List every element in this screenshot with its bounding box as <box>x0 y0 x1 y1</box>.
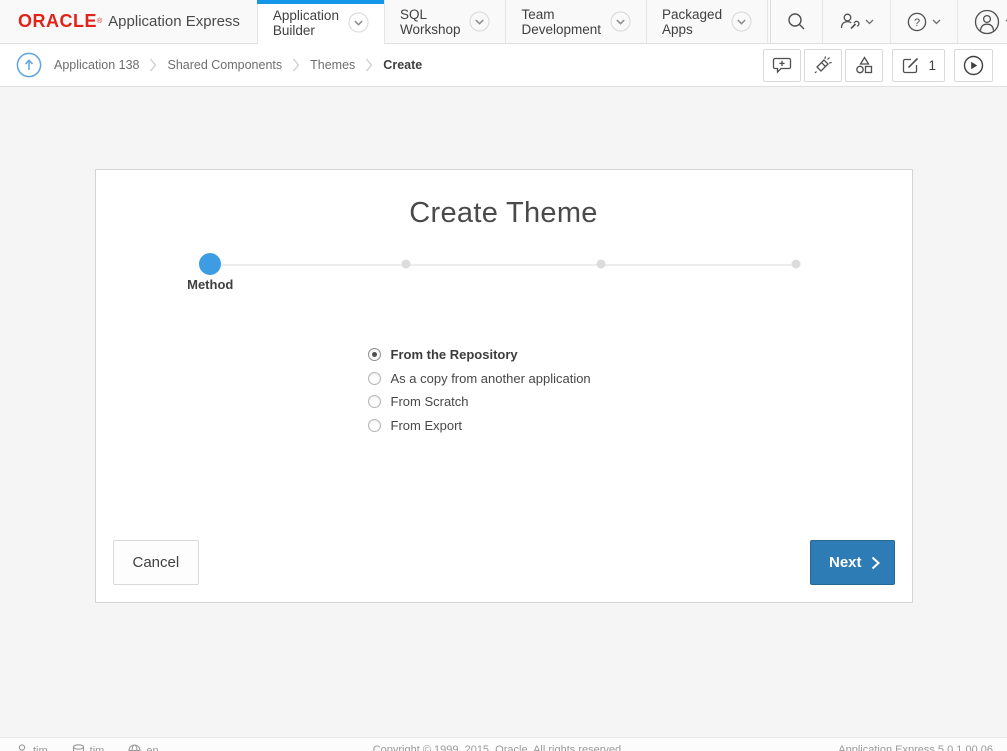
method-radio-group: From the Repository As a copy from anoth… <box>368 343 640 437</box>
step-dot-4 <box>792 260 801 269</box>
shapes-icon <box>854 55 874 75</box>
next-button[interactable]: Next <box>810 540 895 585</box>
play-icon <box>963 55 984 76</box>
search-icon <box>787 12 806 31</box>
product-name: Application Express <box>108 13 240 30</box>
step-dot-3 <box>596 260 605 269</box>
chevron-down-icon[interactable] <box>348 12 369 33</box>
breadcrumb-bar: Application 138 Shared Components Themes… <box>0 44 1007 87</box>
radio-button-icon[interactable] <box>368 395 381 408</box>
chevron-down-icon <box>932 19 941 25</box>
oracle-logo: ORACLE® Application Express <box>0 0 257 43</box>
footer-user: tim <box>16 744 48 751</box>
radio-as-a-copy[interactable]: As a copy from another application <box>368 367 640 391</box>
radio-button-icon[interactable] <box>368 372 381 385</box>
breadcrumb-shared-components[interactable]: Shared Components <box>167 58 282 72</box>
edit-page-icon <box>901 56 920 75</box>
tab-packaged-apps[interactable]: Packaged Apps <box>646 0 768 43</box>
breadcrumb-separator-icon <box>365 58 373 72</box>
main-nav-tabs: Application Builder SQL Workshop Team De… <box>257 0 768 43</box>
radio-label: From Scratch <box>391 394 469 409</box>
chevron-down-icon <box>865 19 874 25</box>
shared-components-button[interactable] <box>845 49 883 82</box>
top-header: ORACLE® Application Express Application … <box>0 0 1007 44</box>
breadcrumb-separator-icon <box>292 58 300 72</box>
tab-sql-workshop[interactable]: SQL Workshop <box>384 0 506 43</box>
help-menu[interactable]: ? <box>890 0 957 43</box>
step-dot-method <box>199 253 221 275</box>
svg-text:?: ? <box>914 17 920 29</box>
footer-schema: tim <box>72 744 105 751</box>
wizard-progress: Method <box>96 249 912 315</box>
step-label-method: Method <box>187 277 233 292</box>
edit-page-button[interactable]: 1 <box>892 49 945 82</box>
page-toolbar: 1 <box>763 49 993 82</box>
breadcrumb-themes[interactable]: Themes <box>310 58 355 72</box>
administration-menu[interactable] <box>822 0 890 43</box>
account-menu[interactable] <box>957 0 1007 43</box>
search-button[interactable] <box>770 0 822 43</box>
arrow-up-circle-icon <box>16 52 42 78</box>
tab-label: Application Builder <box>273 8 339 38</box>
breadcrumb-create: Create <box>383 58 422 72</box>
breadcrumb-application[interactable]: Application 138 <box>54 58 139 72</box>
tab-team-development[interactable]: Team Development <box>505 0 646 43</box>
feedback-bubble-icon <box>772 56 792 74</box>
registered-mark: ® <box>97 17 102 27</box>
run-page-button[interactable] <box>954 49 993 82</box>
progress-line <box>210 264 797 266</box>
page-footer: tim tim en Copyright © 1999, 2015, Oracl… <box>0 737 1007 751</box>
tab-label: Packaged Apps <box>662 7 722 37</box>
footer-copyright: Copyright © 1999, 2015, Oracle. All righ… <box>373 744 624 751</box>
chevron-down-icon[interactable] <box>610 11 631 32</box>
tab-label: Team Development <box>521 7 601 37</box>
flashlight-icon <box>813 55 833 75</box>
footer-language: en <box>128 744 158 751</box>
create-theme-wizard-card: Create Theme Method From the Repository … <box>95 169 913 603</box>
chevron-down-icon[interactable] <box>731 11 752 32</box>
footer-session-info: tim tim en <box>16 744 159 751</box>
footer-user-value: tim <box>33 745 48 751</box>
footer-schema-value: tim <box>90 745 105 751</box>
footer-version: Application Express 5.0.1.00.06 <box>838 744 993 751</box>
header-utility-icons: ? <box>768 0 1007 43</box>
user-icon <box>16 744 28 751</box>
next-button-label: Next <box>829 554 862 571</box>
radio-label: From Export <box>391 418 463 433</box>
database-icon <box>72 744 85 751</box>
chevron-right-icon <box>871 556 880 570</box>
radio-button-icon[interactable] <box>368 348 381 361</box>
feedback-button[interactable] <box>763 49 801 82</box>
breadcrumb-separator-icon <box>149 58 157 72</box>
admin-user-wrench-icon <box>839 12 860 31</box>
main-content: Create Theme Method From the Repository … <box>0 169 1007 751</box>
radio-label: From the Repository <box>391 347 518 362</box>
radio-from-scratch[interactable]: From Scratch <box>368 390 640 414</box>
wizard-title: Create Theme <box>96 197 912 230</box>
radio-label: As a copy from another application <box>391 371 591 386</box>
help-icon: ? <box>907 12 927 32</box>
radio-from-the-repository[interactable]: From the Repository <box>368 343 640 367</box>
footer-language-value: en <box>146 745 158 751</box>
globe-icon <box>128 744 141 751</box>
cancel-button[interactable]: Cancel <box>113 540 200 585</box>
tab-application-builder[interactable]: Application Builder <box>257 0 384 44</box>
wizard-button-bar: Cancel Next <box>113 540 895 585</box>
up-level-button[interactable] <box>16 52 42 78</box>
breadcrumb: Application 138 Shared Components Themes… <box>54 58 422 72</box>
theme-roller-button[interactable] <box>804 49 842 82</box>
edit-page-number: 1 <box>928 58 936 73</box>
chevron-down-icon[interactable] <box>469 11 490 32</box>
oracle-brand: ORACLE <box>18 11 97 32</box>
tab-label: SQL Workshop <box>400 7 461 37</box>
radio-from-export[interactable]: From Export <box>368 414 640 438</box>
account-icon <box>974 9 1000 35</box>
step-dot-2 <box>401 260 410 269</box>
radio-button-icon[interactable] <box>368 419 381 432</box>
